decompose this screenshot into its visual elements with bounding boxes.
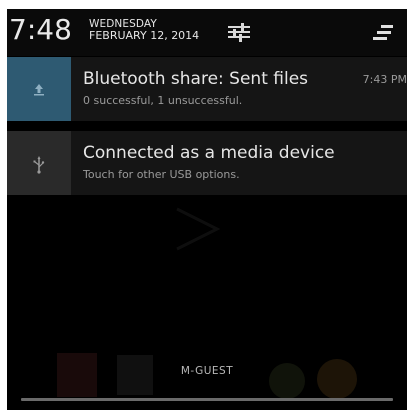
clock-time: 7:48 [9,13,72,46]
date-block: WEDNESDAY FEBRUARY 12, 2014 [89,18,199,42]
notification-subtitle: Touch for other USB options. [83,168,240,181]
notification-header: 7:48 WEDNESDAY FEBRUARY 12, 2014 [7,9,407,56]
screenshot-frame: 7:48 WEDNESDAY FEBRUARY 12, 2014 Bluetoo… [0,0,412,413]
date-text: FEBRUARY 12, 2014 [89,29,200,42]
notification-usb-media-device[interactable]: Connected as a media device Touch for ot… [7,131,407,195]
notification-icon-box [7,57,71,121]
wallpaper-ghost-arrow [176,207,221,251]
notification-bluetooth-share[interactable]: Bluetooth share: Sent files 0 successful… [7,57,407,121]
carrier-label: M-GUEST [180,365,234,377]
quick-settings-sliders-icon[interactable] [226,21,252,43]
notification-icon-box [7,131,71,195]
upload-arrow-icon [34,84,44,96]
clear-all-notifications-icon[interactable] [371,23,395,43]
notification-title: Connected as a media device [83,143,335,163]
notification-time: 7:43 PM [362,73,407,86]
notification-title: Bluetooth share: Sent files [83,69,309,89]
shade-drag-handle[interactable] [21,398,393,401]
usb-icon [33,156,45,174]
notification-shade: 7:48 WEDNESDAY FEBRUARY 12, 2014 Bluetoo… [7,9,407,410]
notification-subtitle: 0 successful, 1 unsuccessful. [83,94,243,107]
